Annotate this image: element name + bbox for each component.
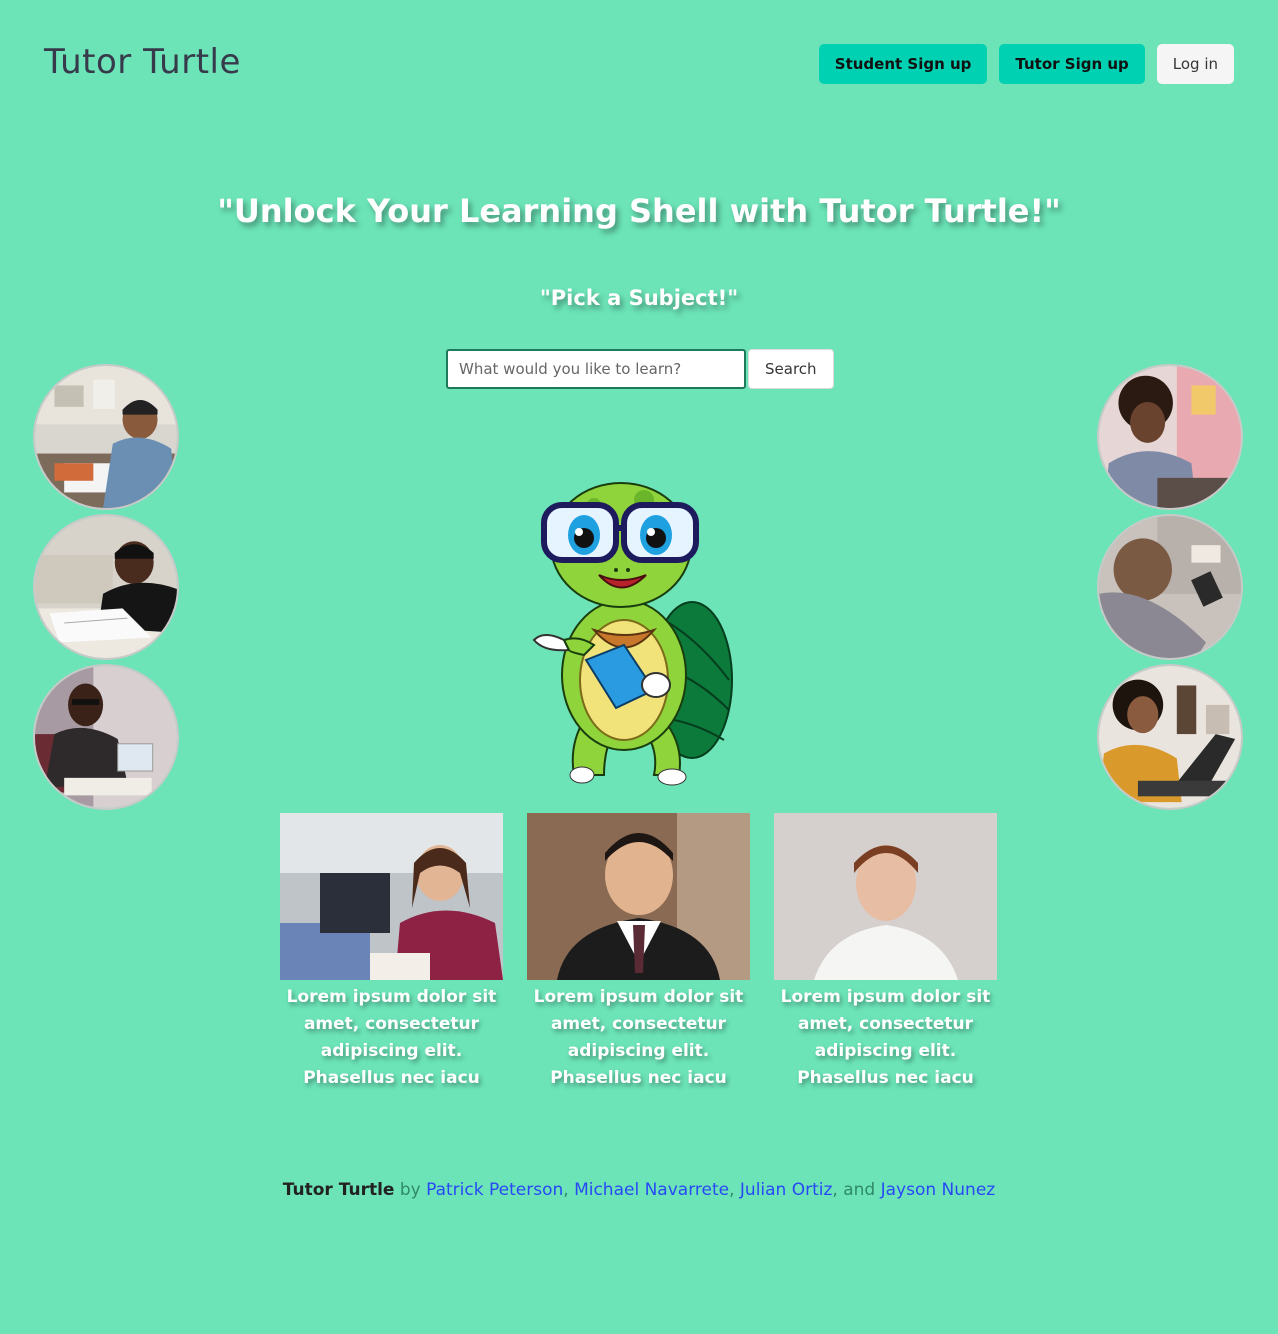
student-signup-button[interactable]: Student Sign up bbox=[818, 44, 988, 84]
footer-credits: Tutor Turtle by Patrick Peterson, Michae… bbox=[0, 1180, 1278, 1200]
tutor-card-photo bbox=[774, 813, 997, 980]
tutor-signup-button[interactable]: Tutor Sign up bbox=[999, 44, 1145, 84]
tutor-card-text: Lorem ipsum dolor sit amet, consectetur … bbox=[780, 987, 991, 1088]
brand-logo-text[interactable]: Tutor Turtle bbox=[44, 42, 241, 82]
footer-sep-2: , bbox=[729, 1180, 740, 1200]
search-button[interactable]: Search bbox=[748, 349, 834, 389]
girl-writing-photo bbox=[1099, 366, 1241, 508]
woman-laptop-photo bbox=[1099, 666, 1241, 808]
footer-by: by bbox=[394, 1180, 427, 1200]
footer-sep-1: , bbox=[563, 1180, 575, 1200]
tutor-card-photo bbox=[527, 813, 750, 980]
tutor-card[interactable]: Lorem ipsum dolor sit amet, consectetur … bbox=[280, 813, 503, 1092]
author-link-2[interactable]: Michael Navarrete bbox=[574, 1180, 729, 1200]
student-reading-photo bbox=[35, 516, 177, 658]
student-laptop-photo bbox=[35, 666, 177, 808]
author-link-3[interactable]: Julian Ortiz bbox=[740, 1180, 833, 1200]
tutor-card-photo bbox=[280, 813, 503, 980]
student-desk-photo bbox=[1099, 516, 1241, 658]
tutor-card-text: Lorem ipsum dolor sit amet, consectetur … bbox=[533, 987, 744, 1088]
subject-search-input[interactable] bbox=[446, 349, 746, 389]
student-photo-circle-left-2 bbox=[33, 514, 179, 660]
student-photo-circle-right-3 bbox=[1097, 664, 1243, 810]
author-link-4[interactable]: Jayson Nunez bbox=[881, 1180, 996, 1200]
woman-portrait-photo bbox=[774, 813, 997, 980]
student-photo-circle-right-2 bbox=[1097, 514, 1243, 660]
student-photo-circle-left-3 bbox=[33, 664, 179, 810]
subject-search: Search bbox=[446, 349, 834, 389]
top-nav: Student Sign up Tutor Sign up Log in bbox=[818, 44, 1234, 84]
tutor-cards: Lorem ipsum dolor sit amet, consectetur … bbox=[280, 813, 997, 1092]
tutor-card[interactable]: Lorem ipsum dolor sit amet, consectetur … bbox=[774, 813, 997, 1092]
footer-brand: Tutor Turtle bbox=[282, 1180, 395, 1200]
footer-and: , and bbox=[832, 1180, 881, 1200]
author-link-1[interactable]: Patrick Peterson bbox=[426, 1180, 563, 1200]
turtle-mascot-illustration bbox=[532, 482, 733, 786]
tutor-card-text: Lorem ipsum dolor sit amet, consectetur … bbox=[286, 987, 497, 1088]
hero-subhead: "Pick a Subject!" bbox=[539, 286, 739, 310]
tutor-card[interactable]: Lorem ipsum dolor sit amet, consectetur … bbox=[527, 813, 750, 1092]
student-photo-circle-right-1 bbox=[1097, 364, 1243, 510]
smiling-student-photo bbox=[280, 813, 503, 980]
student-photo-circle-left-1 bbox=[33, 364, 179, 510]
young-man-portrait-photo bbox=[527, 813, 750, 980]
login-button[interactable]: Log in bbox=[1156, 44, 1234, 84]
hero-headline: "Unlock Your Learning Shell with Tutor T… bbox=[217, 192, 1061, 230]
student-studying-photo bbox=[35, 366, 177, 508]
